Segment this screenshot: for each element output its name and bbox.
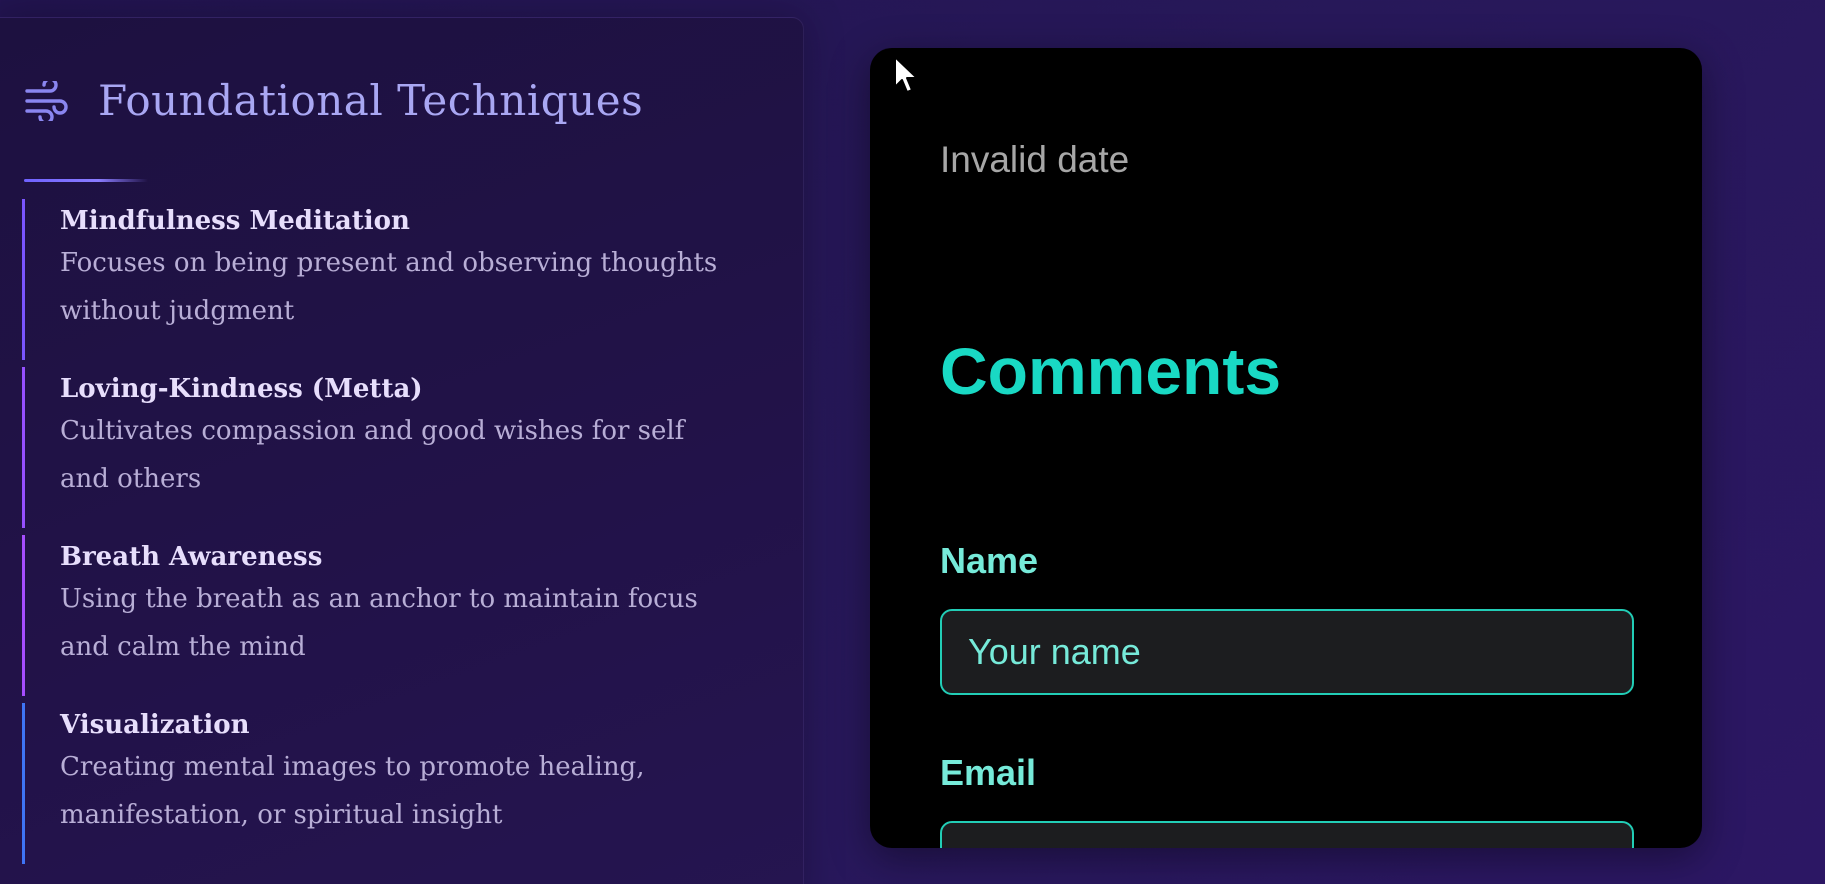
technique-name: Visualization	[60, 710, 250, 740]
title-underline	[24, 179, 148, 182]
email-input[interactable]	[940, 821, 1634, 848]
technique-description: Using the breath as an anchor to maintai…	[60, 584, 698, 662]
technique-item-breath-awareness: Breath Awareness Using the breath as an …	[22, 535, 722, 696]
name-label: Name	[940, 540, 1039, 581]
comments-heading: Comments	[940, 334, 1282, 408]
name-input[interactable]	[940, 609, 1634, 695]
techniques-header: Foundational Techniques	[24, 76, 643, 125]
technique-name: Loving-Kindness (Metta)	[60, 374, 423, 404]
technique-item-visualization: Visualization Creating mental images to …	[22, 703, 722, 864]
technique-item-loving-kindness: Loving-Kindness (Metta) Cultivates compa…	[22, 367, 722, 528]
comments-card: Invalid date Comments Name Email	[870, 48, 1702, 848]
email-label: Email	[940, 752, 1037, 793]
technique-name: Breath Awareness	[60, 542, 323, 572]
technique-name: Mindfulness Meditation	[60, 206, 410, 236]
technique-description: Cultivates compassion and good wishes fo…	[60, 416, 685, 494]
technique-item-mindfulness: Mindfulness Meditation Focuses on being …	[22, 199, 722, 360]
techniques-panel: Foundational Techniques Mindfulness Medi…	[0, 17, 804, 884]
post-date: Invalid date	[940, 139, 1130, 180]
wind-icon	[24, 80, 70, 121]
techniques-title: Foundational Techniques	[98, 76, 644, 125]
technique-description: Focuses on being present and observing t…	[60, 248, 718, 326]
mouse-cursor-icon	[894, 56, 918, 93]
technique-description: Creating mental images to promote healin…	[60, 752, 645, 830]
